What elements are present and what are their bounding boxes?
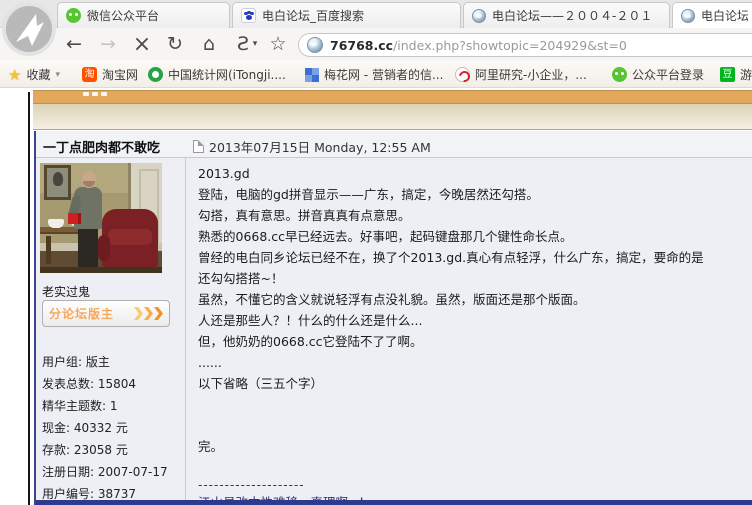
stat-user-group: 用户组: 版主 — [42, 351, 182, 373]
post-date: 2013年07月15日 Monday, 12:55 AM — [193, 137, 431, 156]
clipped-text-fragment — [92, 92, 98, 96]
post-line: 勾搭，真有意思。拼音真真有点意思。 — [198, 205, 746, 226]
aliresearch-icon — [455, 67, 470, 82]
douban-icon: 豆 — [720, 67, 735, 82]
home-button[interactable]: ⌂ — [195, 31, 223, 57]
avatar-man-head — [82, 171, 96, 188]
stop-button[interactable]: × — [128, 31, 156, 57]
bookmark-itongji[interactable]: 中国统计网(iTongji.... — [148, 66, 286, 83]
post-header-row: 一丁点肥肉都不敢吃 2013年07月15日 Monday, 12:55 AM — [36, 131, 752, 158]
avatar-portrait-frame — [44, 165, 71, 200]
address-bar[interactable]: 76768.cc /index.php?showtopic=204929&st=… — [298, 33, 752, 57]
back-button[interactable]: ← — [60, 31, 88, 57]
post-line — [198, 457, 746, 478]
chevron-right-icon — [134, 307, 143, 320]
chevron-down-icon: ▾ — [55, 70, 60, 80]
post-line: 以下省略（三五个字） — [198, 373, 746, 394]
bookmark-star-button[interactable]: ☆ — [264, 31, 292, 57]
avatar-red-box — [68, 213, 81, 224]
post-date-text: 2013年07月15日 Monday, 12:55 AM — [209, 137, 431, 156]
bookmark-label: 公众平台登录 — [632, 66, 704, 83]
post-document-icon[interactable] — [193, 140, 204, 153]
tab-forum-2004[interactable]: 电白论坛——２００４-２０１ — [463, 2, 670, 28]
browser-window: 微信公众平台 电白论坛_百度搜索 电白论坛——２００４-２０１ 电白论坛 - ←… — [0, 0, 752, 505]
tab-title: 微信公众平台 — [87, 7, 159, 24]
url-path: /index.php?showtopic=204929&st=0 — [393, 38, 627, 53]
favorites-menu[interactable]: ★ 收藏 ▾ — [8, 66, 60, 83]
next-section-header-strip — [36, 500, 752, 505]
site-globe-icon — [307, 37, 323, 53]
gesture-dropdown-caret[interactable]: ▾ — [249, 31, 261, 57]
favorites-star-icon: ★ — [8, 66, 21, 84]
post-line: 虽然，不懂它的含义就说轻浮有点没礼貌。虽然，版面还是那个版面。 — [198, 289, 746, 310]
stat-savings: 存款: 23058 元 — [42, 439, 182, 461]
chevron-right-icon — [144, 307, 153, 320]
bookmark-aliresearch[interactable]: 阿里研究-小企业，... — [455, 66, 587, 83]
post-line: 曾经的电白同乡论坛已经不在，换了个2013.gd.真心有点轻浮，什么广东，搞定，… — [198, 247, 746, 268]
stat-cash: 现金: 40332 元 — [42, 417, 182, 439]
chevron-right-icon — [154, 307, 163, 320]
moderator-badge-label: 分论坛版主 — [49, 305, 133, 322]
post-line: 人还是那些人？！什么的什么还是什么... — [198, 310, 746, 331]
clipped-text-fragment — [83, 92, 89, 96]
bookmark-label: 阿里研究-小企业，... — [475, 66, 587, 83]
tab-wechat-platform[interactable]: 微信公众平台 — [57, 2, 230, 28]
wechat-icon — [66, 8, 81, 23]
clipped-text-fragment — [101, 92, 107, 96]
post-line: 登陆，电脑的gd拼音显示——广东，搞定，今晚居然还勾搭。 — [198, 184, 746, 205]
stat-post-count: 发表总数: 15804 — [42, 373, 182, 395]
bookmark-label: 中国统计网(iTongji.... — [168, 66, 286, 83]
bookmark-label: 梅花网 - 营销者的信... — [324, 66, 443, 83]
post-line: 但，他奶奶的0668.cc它登陆不了了啊。 — [198, 331, 746, 352]
browser-logo[interactable] — [2, 2, 56, 56]
favorites-label: 收藏 — [26, 66, 50, 83]
page-left-border — [28, 92, 30, 505]
itongji-icon — [148, 67, 163, 82]
column-divider — [185, 131, 186, 505]
url-domain: 76768.cc — [330, 38, 393, 53]
browser-logo-arrow — [6, 6, 52, 52]
post-line: 熟悉的0668.cc早已经远去。好事吧，起码键盘那几个键性命长点。 — [198, 226, 746, 247]
tab-baidu-search[interactable]: 电白论坛_百度搜索 — [232, 2, 461, 28]
tab-title: 电白论坛——２００４-２０１ — [492, 7, 652, 24]
wechat-icon — [612, 67, 627, 82]
post-line — [198, 394, 746, 415]
post-line: 2013.gd — [198, 163, 746, 184]
forward-button[interactable]: → — [94, 31, 122, 57]
moderator-badge[interactable]: 分论坛版主 — [42, 300, 170, 327]
bookmark-douban[interactable]: 豆 游 — [720, 66, 752, 83]
post-line: 还勾勾搭搭~！ — [198, 268, 746, 289]
author-stats: 用户组: 版主 发表总数: 15804 精华主题数: 1 现金: 40332 元… — [42, 351, 182, 505]
stat-register-date: 注册日期: 2007-07-17 — [42, 461, 182, 483]
post-line — [198, 415, 746, 436]
post-table: 一丁点肥肉都不敢吃 2013年07月15日 Monday, 12:55 AM 老… — [34, 131, 752, 505]
refresh-button[interactable]: ↻ — [161, 31, 189, 57]
avatar-teacup — [48, 219, 64, 228]
avatar — [40, 163, 162, 273]
meihua-icon — [305, 68, 319, 82]
baidu-icon — [241, 8, 256, 23]
stat-featured-topics: 精华主题数: 1 — [42, 395, 182, 417]
signature-separator: -------------------- — [198, 478, 746, 492]
forum-gradient-bar — [33, 103, 752, 130]
post-body: 2013.gd 登陆，电脑的gd拼音显示——广东，搞定，今晚居然还勾搭。 勾搭，… — [198, 163, 746, 505]
post-line: 完。 — [198, 436, 746, 457]
bookmark-wechat-login[interactable]: 公众平台登录 — [612, 66, 704, 83]
bookmark-meihua[interactable]: 梅花网 - 营销者的信... — [305, 66, 443, 83]
avatar-man-legs — [78, 229, 98, 267]
post-author-name[interactable]: 一丁点肥肉都不敢吃 — [43, 137, 160, 156]
globe-icon — [681, 9, 695, 23]
tab-forum-topic[interactable]: 电白论坛 - — [672, 2, 752, 28]
author-nickname: 老实过鬼 — [42, 283, 90, 300]
tab-title: 电白论坛_百度搜索 — [262, 7, 364, 24]
post-line: ...... — [198, 352, 746, 373]
taobao-icon: 淘 — [82, 67, 97, 82]
bookmark-taobao[interactable]: 淘 淘宝网 — [82, 66, 138, 83]
bookmark-label: 游 — [740, 66, 752, 83]
tab-title: 电白论坛 - — [701, 7, 748, 24]
avatar-red-armchair — [102, 209, 158, 267]
forum-orange-bar — [33, 90, 752, 103]
bookmark-label: 淘宝网 — [102, 66, 138, 83]
globe-icon — [472, 9, 486, 23]
